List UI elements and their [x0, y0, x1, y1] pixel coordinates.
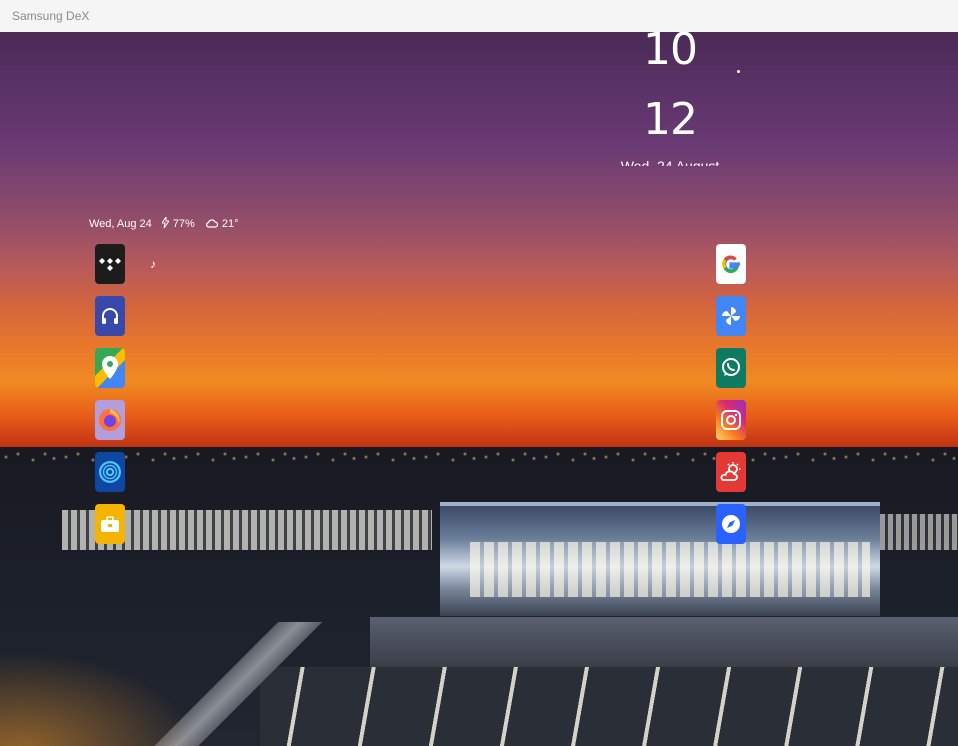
- wallpaper-glow: [0, 652, 200, 746]
- clock-minute: 12: [643, 94, 698, 145]
- clock-widget[interactable]: 10 12 Wed, 24 August: [600, 22, 740, 166]
- cloud-icon: [205, 218, 218, 231]
- headphones-icon[interactable]: [95, 296, 125, 336]
- wallpaper-building-right: [880, 514, 958, 550]
- compass-icon[interactable]: [716, 504, 746, 544]
- radar-icon[interactable]: [95, 452, 125, 492]
- weather-icon[interactable]: [716, 452, 746, 492]
- clock-date-clip: Wed, 24 August: [600, 156, 740, 166]
- tidal-icon[interactable]: [95, 244, 125, 284]
- instagram-icon[interactable]: [716, 400, 746, 440]
- briefcase-icon[interactable]: [95, 504, 125, 544]
- temperature: 21°: [221, 218, 239, 230]
- wallpaper-city-lights: [0, 442, 958, 472]
- battery-level: 77%: [172, 218, 195, 230]
- battery-charging-icon: [160, 215, 170, 231]
- music-note-icon: ♪: [150, 257, 156, 271]
- window-title: Samsung DeX: [12, 9, 90, 23]
- google-maps-icon[interactable]: [95, 348, 125, 388]
- clock-date: Wed, 24 August: [620, 158, 720, 166]
- firefox-icon[interactable]: [95, 400, 125, 440]
- wallpaper-garage: [370, 617, 958, 667]
- clock-hour: 10: [643, 24, 698, 75]
- window-titlebar: Samsung DeX: [0, 0, 958, 33]
- status-bar: Wed, Aug 24 77% 21°: [89, 215, 239, 231]
- pinwheel-icon[interactable]: [716, 296, 746, 336]
- whatsapp-icon[interactable]: [716, 348, 746, 388]
- desktop[interactable]: [0, 32, 958, 746]
- wallpaper-terminal-lights: [470, 542, 870, 597]
- google-icon[interactable]: [716, 244, 746, 284]
- status-date: Wed, Aug 24: [89, 218, 152, 230]
